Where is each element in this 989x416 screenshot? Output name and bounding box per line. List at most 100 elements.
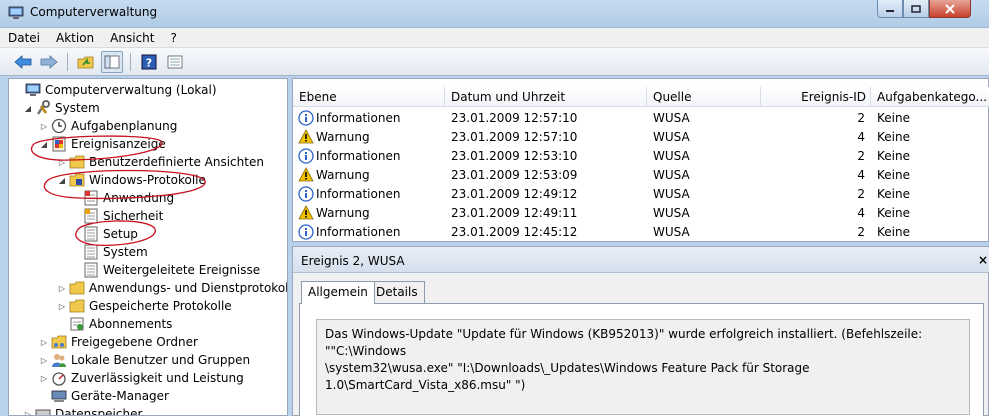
detail-title: Ereignis 2, WUSA: [301, 254, 405, 268]
properties-button[interactable]: [164, 51, 186, 73]
tree-item-gespeicherte-protokolle[interactable]: ▷ Gespeicherte Protokolle: [57, 297, 232, 315]
cell-ebene: Informationen: [316, 225, 401, 239]
tree-item-benutzerdefinierte-ansichten[interactable]: ▷ Benutzerdefinierte Ansichten: [57, 153, 264, 171]
cell-ebene: Warnung: [316, 168, 370, 182]
minimize-button[interactable]: [877, 0, 903, 18]
cell-ereignis-id: 4: [857, 168, 865, 182]
expand-arrow-icon: ▷: [58, 301, 66, 311]
info-icon: [298, 110, 314, 126]
tree-item-zuverlaessigkeit[interactable]: ▷ Zuverlässigkeit und Leistung: [39, 369, 244, 387]
cell-datum: 23.01.2009 12:45:12: [451, 225, 578, 239]
toolbar-separator: [67, 52, 68, 71]
column-ereignis-id[interactable]: Ereignis-ID: [761, 87, 871, 107]
computer-management-icon: [25, 83, 41, 96]
tree-label: Anwendungs- und Dienstprotokolle: [89, 281, 288, 295]
tree-item-system-log[interactable]: System: [83, 243, 148, 261]
folder-icon: [69, 299, 85, 313]
column-label: Datum und Uhrzeit: [451, 90, 566, 104]
tree-label: Windows-Protokolle: [89, 173, 206, 187]
cell-quelle: WUSA: [653, 168, 690, 182]
cell-datum: 23.01.2009 12:53:10: [451, 149, 578, 163]
tree-item-system[interactable]: ◢ System: [23, 99, 100, 117]
tab-label: Allgemein: [308, 285, 368, 299]
tree-item-windows-protokolle[interactable]: ◢ Windows-Protokolle: [57, 171, 206, 189]
tree-item-weitergeleitete-ereignisse[interactable]: Weitergeleitete Ereignisse: [83, 261, 260, 279]
event-viewer-icon: [52, 136, 66, 152]
log-icon: [84, 226, 98, 242]
collapse-arrow-icon: ◢: [24, 103, 32, 113]
warning-icon: [298, 205, 314, 221]
tree-item-setup[interactable]: Setup: [83, 225, 138, 243]
tab-allgemein[interactable]: Allgemein: [301, 281, 375, 304]
tree-label: Sicherheit: [103, 209, 164, 223]
tab-details[interactable]: Details: [369, 281, 425, 303]
table-row[interactable]: Informationen 23.01.2009 12:45:12 WUSA 2 Kei…: [293, 223, 989, 242]
tree-label: Ereignisanzeige: [71, 137, 166, 151]
tree-item-sicherheit[interactable]: Sicherheit: [83, 207, 163, 225]
cell-ebene: Warnung: [316, 206, 370, 220]
tree-item-geraete-manager[interactable]: Geräte-Manager: [51, 387, 169, 405]
menu-aktion[interactable]: Aktion: [56, 31, 94, 45]
close-button[interactable]: [929, 0, 971, 18]
tree-item-aufgabenplanung[interactable]: ▷ Aufgabenplanung: [39, 117, 177, 135]
cell-ereignis-id: 4: [857, 206, 865, 220]
menu-datei[interactable]: Datei: [8, 31, 40, 45]
maximize-button[interactable]: [903, 0, 929, 18]
table-row[interactable]: Warnung 23.01.2009 12:53:09 WUSA 4 Keine: [293, 166, 989, 185]
column-label: Ebene: [299, 90, 337, 104]
tree-item-abonnements[interactable]: Abonnements: [69, 315, 172, 333]
cell-ereignis-id: 4: [857, 130, 865, 144]
table-row[interactable]: Warnung 23.01.2009 12:49:11 WUSA 4 Keine: [293, 204, 989, 223]
cell-ebene: Warnung: [316, 130, 370, 144]
log-icon: [84, 262, 98, 278]
column-label: Aufgabenkatego...: [877, 90, 987, 104]
table-row[interactable]: Informationen 23.01.2009 12:57:10 WUSA 2 Kei…: [293, 109, 989, 128]
tree-item-anwendung[interactable]: Anwendung: [83, 189, 174, 207]
close-icon: [945, 3, 955, 14]
column-aufgabenkategorie[interactable]: Aufgabenkatego...: [871, 87, 989, 107]
collapse-arrow-icon: ◢: [58, 175, 66, 185]
tree-item-root[interactable]: Computerverwaltung (Lokal): [13, 81, 217, 99]
tree-item-ereignisanzeige[interactable]: ◢ Ereignisanzeige: [39, 135, 166, 153]
detail-close-icon[interactable]: ×: [978, 253, 988, 267]
event-message-line: Das Windows-Update "Update für Windows (…: [325, 327, 923, 358]
subscription-icon: [70, 317, 84, 331]
cell-ereignis-id: 2: [857, 149, 865, 163]
menu-ansicht[interactable]: Ansicht: [110, 31, 154, 45]
tree-label: Computerverwaltung (Lokal): [45, 83, 217, 97]
tree-item-datenspeicher[interactable]: ▷ Datenspeicher: [23, 405, 142, 415]
tree-label: System: [103, 245, 148, 259]
storage-icon: [35, 409, 51, 415]
cell-datum: 23.01.2009 12:57:10: [451, 130, 578, 144]
tree-toggle-button[interactable]: [101, 50, 123, 73]
cell-datum: 23.01.2009 12:53:09: [451, 168, 578, 182]
column-ebene[interactable]: Ebene: [293, 87, 445, 107]
table-row[interactable]: Informationen 23.01.2009 12:49:12 WUSA 2 Kei…: [293, 185, 989, 204]
column-datum[interactable]: Datum und Uhrzeit: [445, 87, 647, 107]
tree-item-lokale-benutzer[interactable]: ▷ Lokale Benutzer und Gruppen: [39, 351, 250, 369]
event-list: Ebene Datum und Uhrzeit Quelle Ereignis-…: [292, 78, 989, 242]
help-button[interactable]: ?: [138, 51, 160, 73]
cell-quelle: WUSA: [653, 130, 690, 144]
navigation-tree: Computerverwaltung (Lokal) ◢ System ▷ Au…: [8, 78, 288, 416]
forward-icon: [40, 54, 58, 69]
forward-button[interactable]: [38, 51, 60, 73]
back-button[interactable]: [12, 51, 34, 73]
menu-help[interactable]: ?: [170, 31, 176, 45]
column-label: Ereignis-ID: [801, 90, 866, 104]
table-row[interactable]: Warnung 23.01.2009 12:57:10 WUSA 4 Keine: [293, 128, 989, 147]
tree-label: Freigegebene Ordner: [71, 335, 198, 349]
tree-item-freigegebene-ordner[interactable]: ▷ Freigegebene Ordner: [39, 333, 198, 351]
help-icon: ?: [141, 54, 157, 69]
shared-folder-icon: [51, 335, 67, 349]
cell-aufgabenkategorie: Keine: [877, 168, 910, 182]
log-icon: [84, 190, 98, 206]
table-row[interactable]: Informationen 23.01.2009 12:53:10 WUSA 2 Kei…: [293, 147, 989, 166]
tree-label: Lokale Benutzer und Gruppen: [71, 353, 251, 367]
tree-item-anwendungs-und-dienstprotokolle[interactable]: ▷ Anwendungs- und Dienstprotokolle: [57, 279, 288, 297]
cell-ereignis-id: 2: [857, 187, 865, 201]
column-quelle[interactable]: Quelle: [647, 87, 761, 107]
folder-icon: [69, 155, 85, 169]
cell-aufgabenkategorie: Keine: [877, 149, 910, 163]
folder-up-button[interactable]: [75, 51, 97, 73]
